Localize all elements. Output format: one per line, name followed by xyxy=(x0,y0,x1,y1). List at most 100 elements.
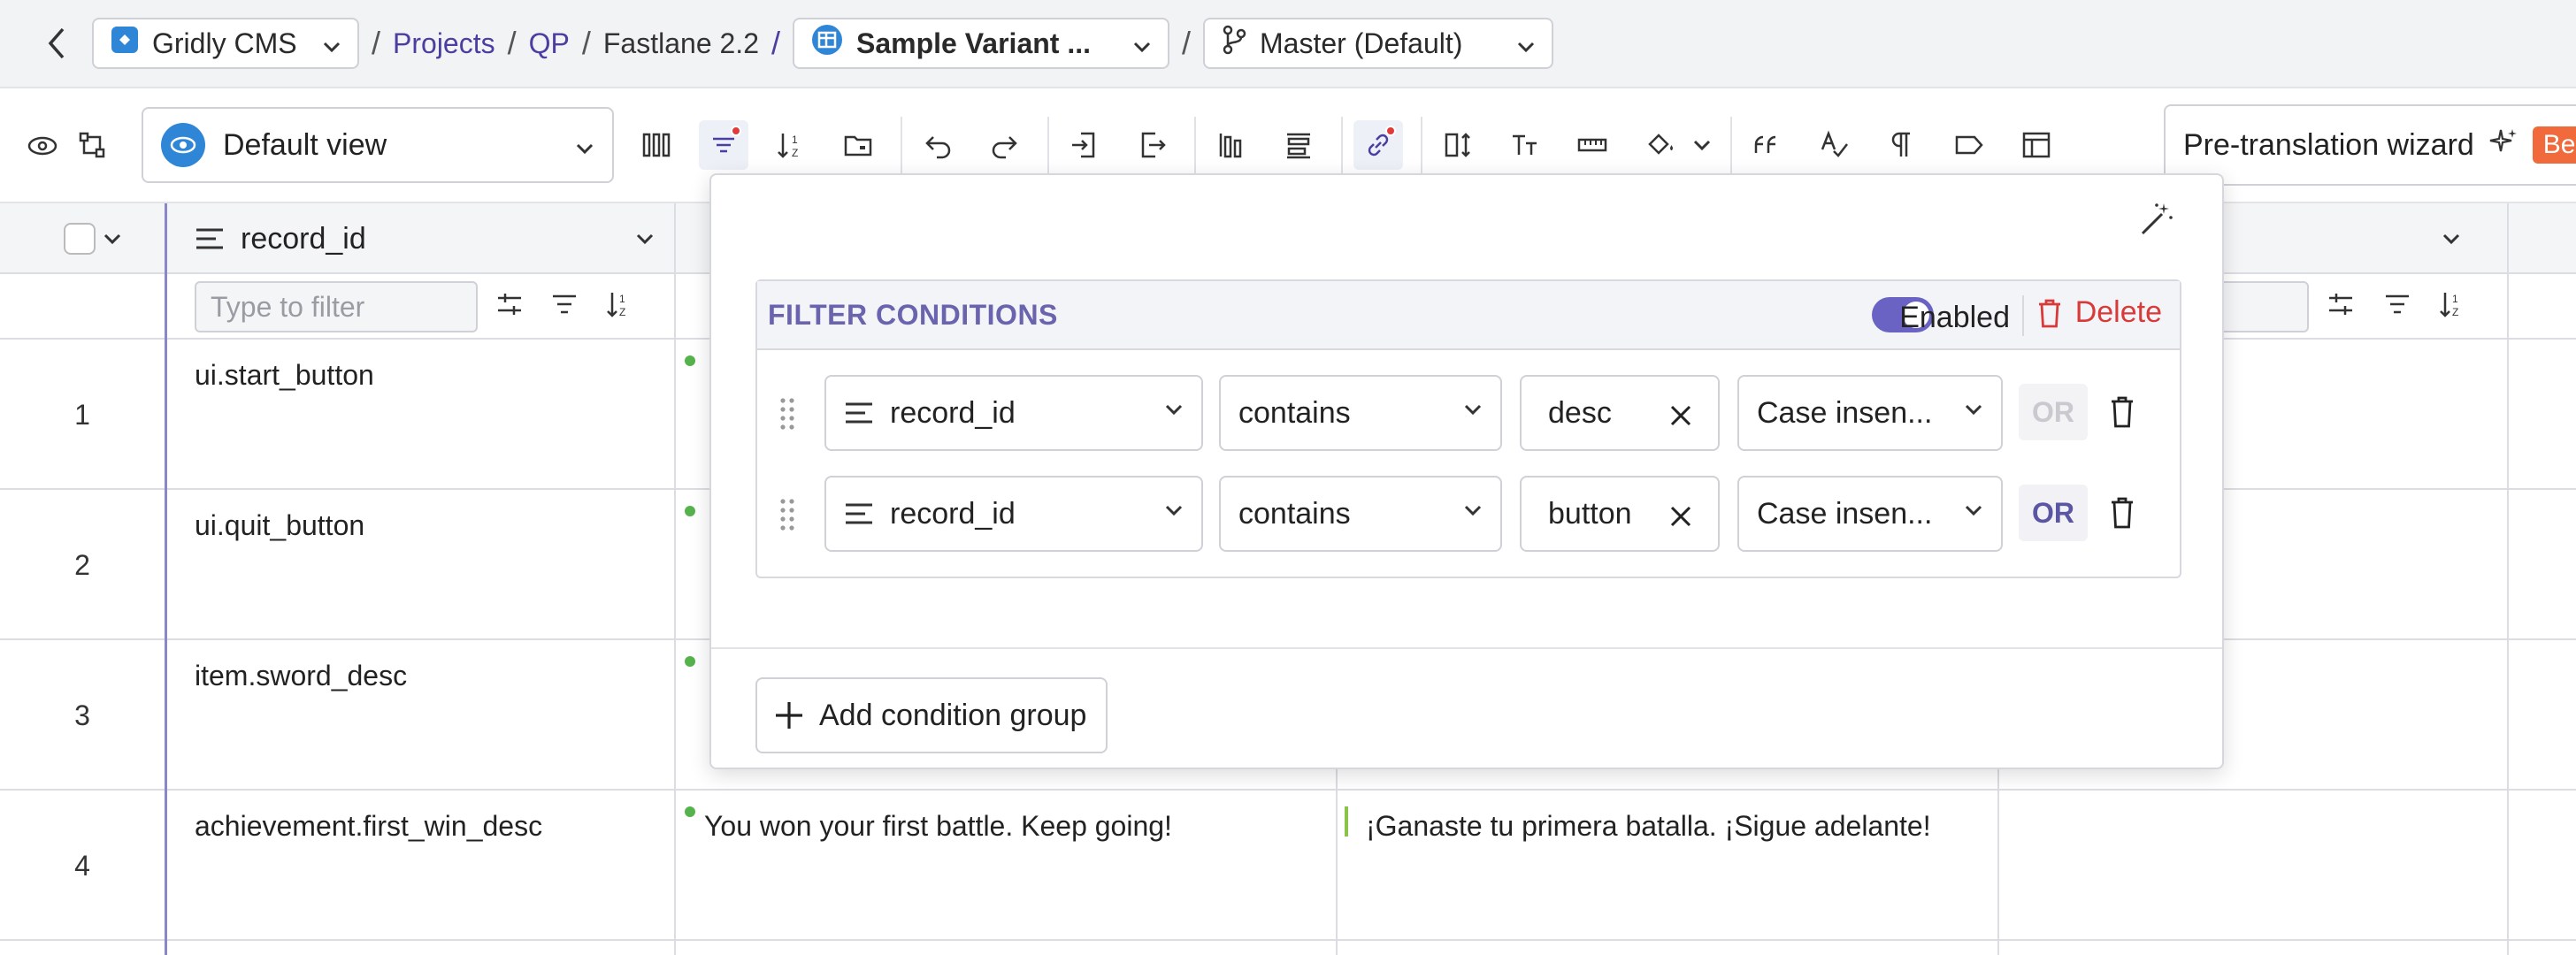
add-condition-group-button[interactable]: Add condition group xyxy=(755,677,1108,753)
grid-table-icon xyxy=(810,23,844,64)
filter-options-icon[interactable] xyxy=(2323,286,2358,322)
layout-icon[interactable] xyxy=(2012,120,2061,170)
magic-wand-icon[interactable] xyxy=(2137,200,2176,243)
select-all[interactable] xyxy=(64,203,122,274)
record-id-filter-input[interactable]: Type to filter xyxy=(195,281,478,332)
spellcheck-icon[interactable] xyxy=(1810,120,1859,170)
condition-group: FILTER CONDITIONS Enabled Delete record_… xyxy=(755,279,2181,578)
select-all-checkbox[interactable] xyxy=(64,223,96,255)
grid-select[interactable]: Sample Variant ... xyxy=(793,18,1169,69)
record-id-cell[interactable]: item.sword_desc xyxy=(165,640,674,791)
text-size-icon[interactable] xyxy=(1500,120,1550,170)
chevron-down-icon xyxy=(1165,505,1183,516)
case-select[interactable]: Case insen... xyxy=(1737,375,2003,451)
column-title: record_id xyxy=(241,221,366,256)
value-input[interactable]: desc xyxy=(1520,375,1720,451)
clear-icon[interactable] xyxy=(1668,403,1693,428)
record-id-cell[interactable]: ui.quit_button xyxy=(165,490,674,640)
column-filter-icon[interactable] xyxy=(547,286,582,322)
view-eye-icon xyxy=(161,123,205,167)
operator-select-value: contains xyxy=(1238,395,1351,430)
column-select[interactable]: record_id xyxy=(824,375,1203,451)
export-icon[interactable] xyxy=(1127,120,1177,170)
row-layout-icon[interactable] xyxy=(1274,120,1323,170)
chevron-down-icon[interactable] xyxy=(2442,203,2495,274)
svg-text:1: 1 xyxy=(2452,293,2458,305)
beta-badge: Be xyxy=(2532,126,2576,164)
toolbar-divider xyxy=(1047,117,1049,173)
paragraph-icon[interactable] xyxy=(1877,120,1927,170)
column-width-icon[interactable] xyxy=(1433,120,1483,170)
drag-handle-icon[interactable] xyxy=(778,497,796,537)
column-sort-icon[interactable]: 1Z xyxy=(2434,286,2470,322)
text-column-icon xyxy=(846,503,872,524)
breadcrumb-separator: / xyxy=(372,25,381,61)
quote-icon[interactable] xyxy=(1743,120,1792,170)
column-select[interactable]: record_id xyxy=(824,476,1203,552)
view-select[interactable]: Default view xyxy=(142,107,614,183)
ruler-icon[interactable] xyxy=(1568,120,1617,170)
eye-toggle-icon[interactable] xyxy=(18,120,67,170)
chevron-down-icon[interactable] xyxy=(1684,127,1720,163)
breadcrumb-project[interactable]: QP xyxy=(529,27,570,60)
breadcrumb-separator: / xyxy=(770,25,780,61)
chevron-down-icon[interactable] xyxy=(635,233,655,245)
column-header-record-id[interactable]: record_id xyxy=(195,203,655,274)
wizard-label: Pre-translation wizard xyxy=(2183,127,2474,162)
status-dot xyxy=(685,355,695,366)
drag-handle-icon[interactable] xyxy=(778,396,796,436)
undo-icon[interactable] xyxy=(913,120,962,170)
svg-text:Z: Z xyxy=(792,147,798,159)
translation-text-cell[interactable]: ¡Ganaste tu primera batalla. ¡Sigue adel… xyxy=(1336,791,1997,941)
value-input[interactable]: button xyxy=(1520,476,1720,552)
delete-group-button[interactable]: Delete xyxy=(2036,295,2162,330)
operator-select[interactable]: contains xyxy=(1219,375,1502,451)
column-sort-icon[interactable]: 1Z xyxy=(602,286,637,322)
trash-icon xyxy=(2038,299,2060,327)
column-filter-icon[interactable] xyxy=(2380,286,2415,322)
toolbar-divider xyxy=(1341,117,1343,173)
trash-icon[interactable] xyxy=(2109,495,2135,535)
dependencies-icon[interactable] xyxy=(67,120,117,170)
table-row[interactable]: 4 achievement.first_win_desc You won you… xyxy=(0,791,2576,941)
link-icon[interactable] xyxy=(1353,120,1403,170)
import-icon[interactable] xyxy=(1060,120,1109,170)
header-divider xyxy=(2022,295,2024,336)
breadcrumb-separator: / xyxy=(507,25,517,61)
chevron-down-icon[interactable] xyxy=(103,233,122,245)
column-divider xyxy=(2507,203,2509,955)
source-text-cell[interactable]: You won your first battle. Keep going! xyxy=(674,791,1336,941)
tag-icon[interactable] xyxy=(1944,120,1994,170)
condition-row: record_id contains button Case insen... … xyxy=(757,476,2180,561)
clear-icon[interactable] xyxy=(1668,504,1693,529)
or-button[interactable]: OR xyxy=(2019,485,2088,541)
operator-select[interactable]: contains xyxy=(1219,476,1502,552)
filter-icon[interactable] xyxy=(699,120,748,170)
record-id-cell[interactable]: ui.start_button xyxy=(165,340,674,490)
sparkle-icon xyxy=(2488,126,2518,164)
columns-icon[interactable] xyxy=(632,120,681,170)
breadcrumb-database[interactable]: Fastlane 2.2 xyxy=(603,27,759,60)
chevron-down-icon xyxy=(1965,505,1982,516)
chevron-down-icon xyxy=(575,128,594,163)
back-icon[interactable] xyxy=(39,17,74,70)
redo-icon[interactable] xyxy=(980,120,1030,170)
column-select-value: record_id xyxy=(890,395,1016,430)
fill-color-icon[interactable] xyxy=(1635,120,1684,170)
status-dot xyxy=(685,806,695,817)
row-number: 2 xyxy=(74,548,90,581)
trash-icon[interactable] xyxy=(2109,394,2135,434)
column-divider xyxy=(674,203,676,955)
pre-translation-wizard-button[interactable]: Pre-translation wizard Be xyxy=(2164,104,2576,186)
column-layout-icon[interactable] xyxy=(1207,120,1256,170)
record-id-cell[interactable]: achievement.first_win_desc xyxy=(165,791,674,941)
workspace-select[interactable]: Gridly CMS xyxy=(92,18,359,69)
case-select[interactable]: Case insen... xyxy=(1737,476,2003,552)
filter-options-icon[interactable] xyxy=(492,286,527,322)
or-button[interactable]: OR xyxy=(2019,384,2088,440)
workspace-name: Gridly CMS xyxy=(152,27,297,59)
breadcrumb-projects[interactable]: Projects xyxy=(393,27,495,60)
branch-select[interactable]: Master (Default) xyxy=(1203,18,1554,69)
folder-icon[interactable] xyxy=(833,120,883,170)
sort-icon[interactable]: 1Z xyxy=(766,120,816,170)
